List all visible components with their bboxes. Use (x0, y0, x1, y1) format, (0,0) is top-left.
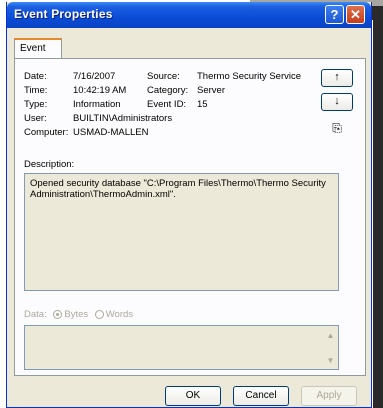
computer-label: Computer: (24, 127, 69, 138)
category-label: Category: (147, 85, 189, 96)
apply-button[interactable]: Apply (301, 386, 357, 406)
event-id-label: Event ID: (147, 99, 187, 110)
description-textbox[interactable]: Opened security database "C:\Program Fil… (24, 173, 339, 291)
scroll-up-icon[interactable]: ▲ (323, 328, 338, 343)
event-id-value: 15 (197, 99, 208, 110)
type-label: Type: (24, 99, 48, 110)
source-label: Source: (147, 71, 180, 82)
window-title: Event Properties (14, 7, 113, 21)
date-value: 7/16/2007 (73, 71, 116, 82)
data-textbox[interactable]: ▲ ▼ (24, 325, 339, 370)
copy-button[interactable]: ⎘ (321, 119, 353, 137)
arrow-down-icon: ↓ (334, 95, 340, 107)
previous-event-button[interactable]: ↑ (321, 69, 353, 87)
category-value: Server (197, 85, 225, 96)
title-bar[interactable]: Event Properties ? ✕ (7, 2, 371, 28)
event-tab-panel: Date: 7/16/2007 Source: Thermo Security … (14, 58, 366, 376)
description-text: Opened security database "C:\Program Fil… (30, 178, 326, 200)
time-label: Time: (24, 85, 48, 96)
user-label: User: (24, 113, 47, 124)
time-value: 10:42:19 AM (73, 85, 127, 96)
close-icon[interactable]: ✕ (346, 5, 365, 24)
arrow-up-icon: ↑ (334, 71, 340, 83)
date-label: Date: (24, 71, 47, 82)
words-label: Words (105, 309, 134, 320)
cancel-button[interactable]: Cancel (233, 386, 289, 406)
words-radio[interactable] (94, 309, 104, 319)
source-value: Thermo Security Service (197, 71, 302, 82)
event-properties-dialog: Event Properties ? ✕ Event Date: 7/16/20… (6, 2, 372, 408)
bytes-radio[interactable] (53, 309, 63, 319)
background-shadow (373, 18, 383, 408)
ok-button[interactable]: OK (165, 386, 221, 406)
scroll-down-icon[interactable]: ▼ (323, 353, 338, 368)
tab-event[interactable]: Event (14, 38, 62, 59)
data-format-row: Data: Bytes Words (24, 309, 133, 320)
data-label: Data: (24, 309, 47, 320)
bytes-label: Bytes (64, 309, 89, 320)
user-value: BUILTIN\Administrators (73, 113, 173, 124)
type-value: Information (73, 99, 121, 110)
help-icon[interactable]: ? (325, 5, 344, 24)
computer-value: USMAD-MALLEN (73, 127, 149, 138)
copy-icon: ⎘ (332, 121, 342, 135)
next-event-button[interactable]: ↓ (321, 93, 353, 111)
description-label: Description: (24, 159, 75, 170)
